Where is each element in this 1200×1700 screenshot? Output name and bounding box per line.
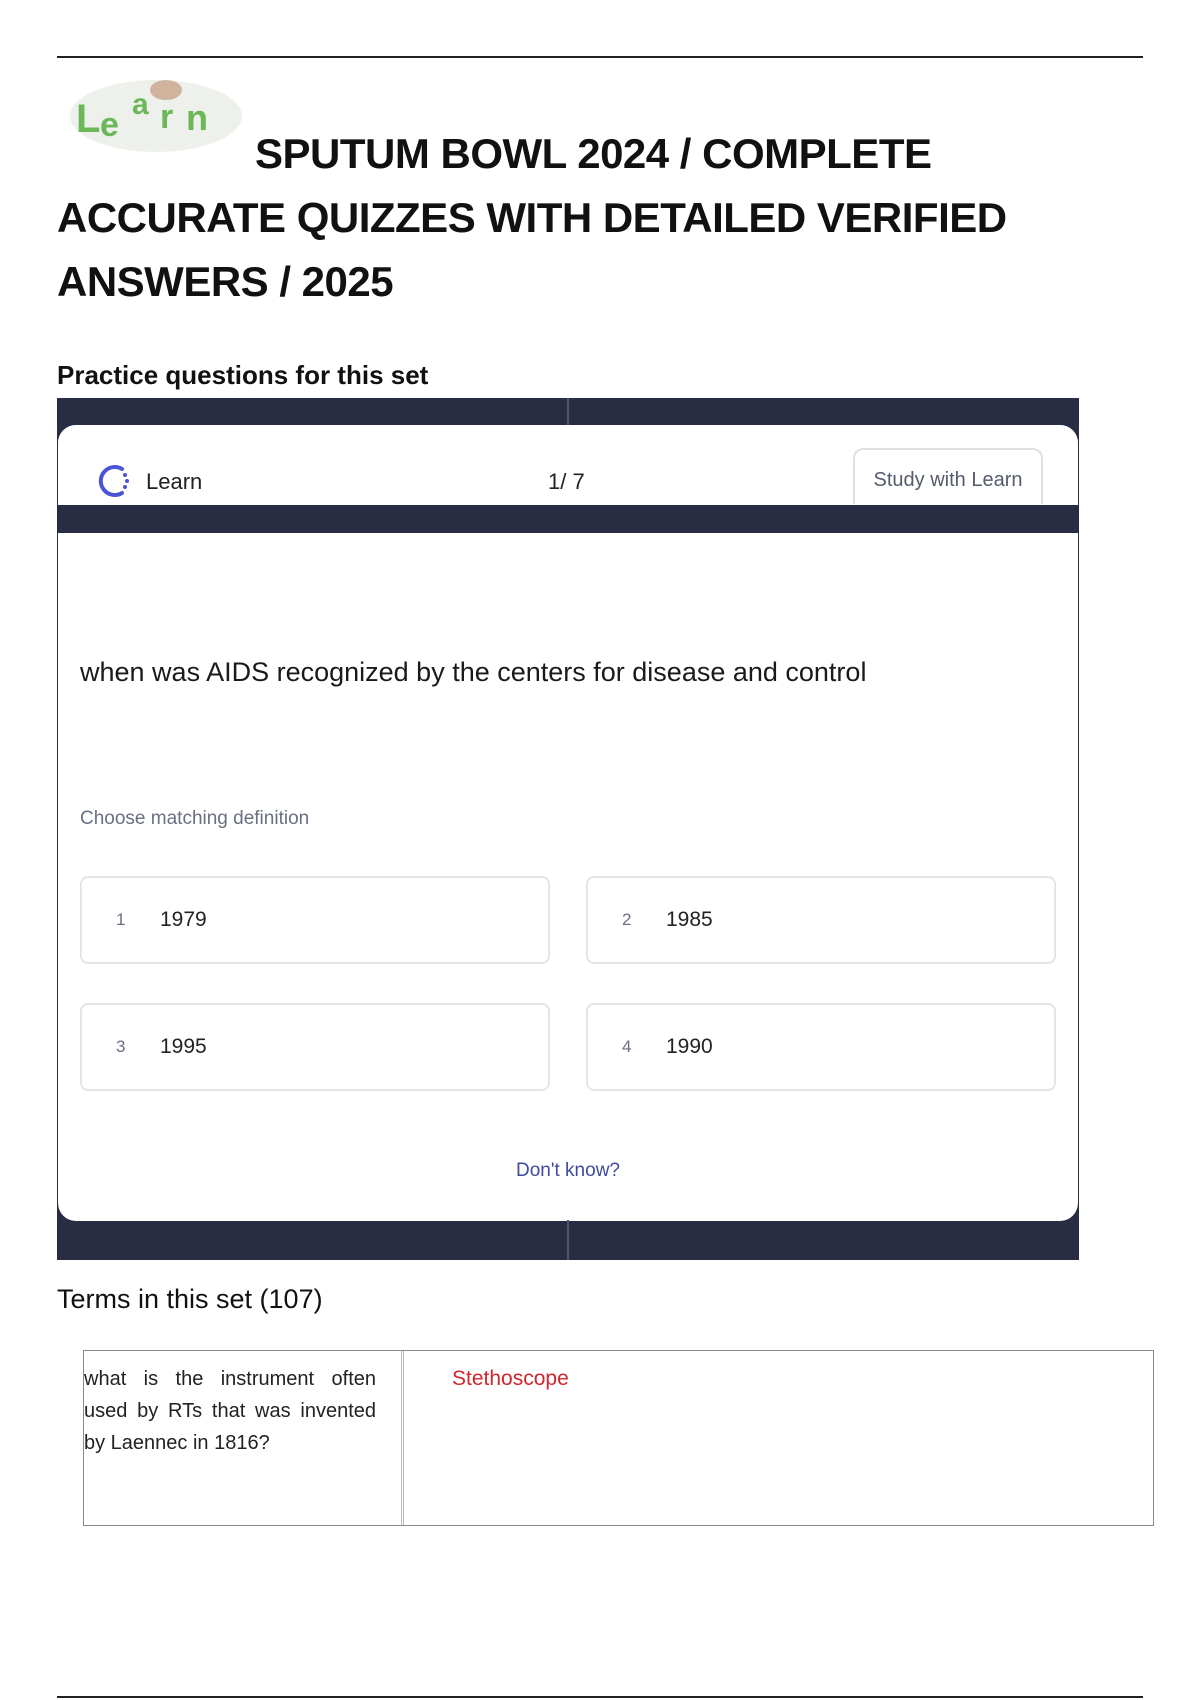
- practice-widget: Learn 1/ 7 Study with Learn when was AID…: [57, 398, 1079, 1260]
- option-number: 3: [116, 1037, 126, 1056]
- term-question: what is the instrument often used by RTs…: [84, 1368, 376, 1454]
- frame-divider-top: [567, 398, 569, 426]
- learn-brand-icon: [98, 465, 129, 497]
- title-line-1: SPUTUM BOWL 2024 / COMPLETE: [255, 130, 932, 177]
- answer-option-4[interactable]: 4 1990: [586, 1003, 1056, 1091]
- dont-know-link[interactable]: Don't know?: [58, 1160, 1078, 1182]
- study-with-learn-button[interactable]: Study with Learn: [853, 448, 1043, 504]
- option-value: 1990: [666, 1035, 713, 1058]
- top-rule: [57, 56, 1143, 58]
- question-counter: 1/ 7: [548, 469, 585, 494]
- document-title: SPUTUM BOWL 2024 / COMPLETE ACCURATE QUI…: [57, 122, 1097, 314]
- practice-heading: Practice questions for this set: [57, 360, 429, 390]
- frame-divider-bottom: [567, 1220, 569, 1260]
- svg-text:a: a: [132, 88, 149, 121]
- brand-label: Learn: [146, 469, 203, 494]
- header-band: [58, 505, 1078, 533]
- terms-table: what is the instrument often used by RTs…: [83, 1350, 1154, 1526]
- quiz-card: Learn 1/ 7 Study with Learn when was AID…: [58, 425, 1078, 1221]
- option-value: 1985: [666, 908, 713, 931]
- choose-prompt: Choose matching definition: [80, 808, 310, 829]
- option-value: 1995: [160, 1035, 207, 1058]
- option-number: 2: [622, 910, 632, 929]
- term-answer: Stethoscope: [452, 1367, 569, 1390]
- option-number: 1: [116, 910, 126, 929]
- title-line-3: ANSWERS / 2025: [57, 258, 394, 305]
- column-divider: [401, 1351, 404, 1525]
- answer-option-2[interactable]: 2 1985: [586, 876, 1056, 964]
- bottom-rule: [57, 1696, 1143, 1698]
- option-number: 4: [622, 1037, 632, 1056]
- title-line-2: ACCURATE QUIZZES WITH DETAILED VERIFIED: [57, 194, 1007, 241]
- option-value: 1979: [160, 908, 207, 931]
- answer-option-3[interactable]: 3 1995: [80, 1003, 550, 1091]
- card-header: Learn 1/ 7 Study with Learn: [58, 425, 1078, 505]
- question-text: when was AIDS recognized by the centers …: [80, 657, 867, 687]
- answer-option-1[interactable]: 1 1979: [80, 876, 550, 964]
- terms-heading: Terms in this set (107): [57, 1284, 323, 1314]
